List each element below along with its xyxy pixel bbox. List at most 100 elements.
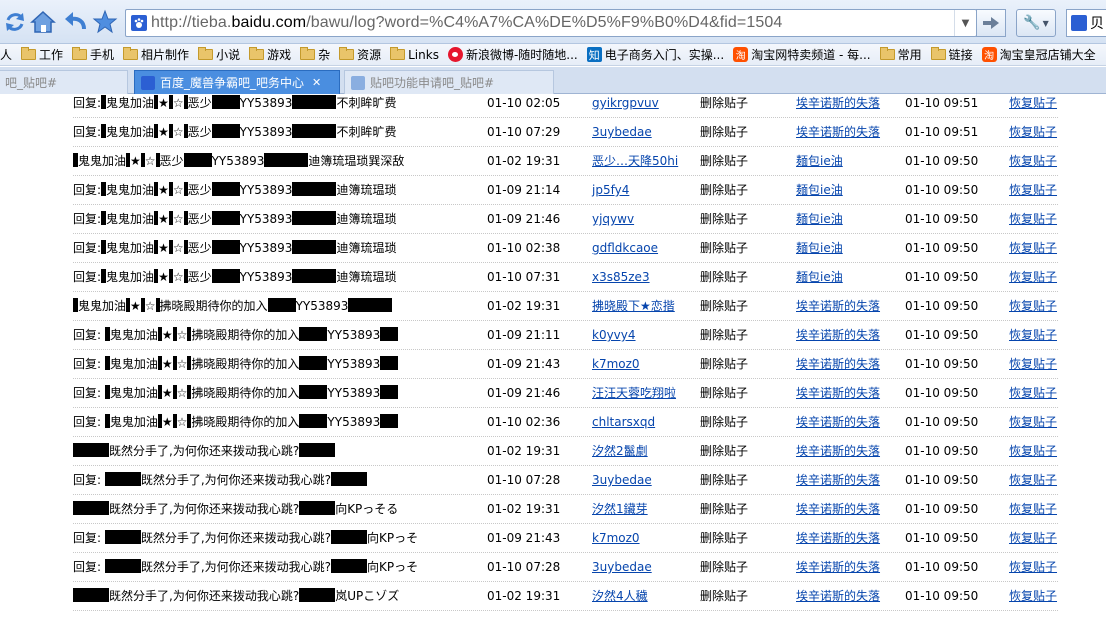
title-text: 既然分手了,为何你还来拨动我心跳?: [109, 589, 300, 603]
bookmark-item[interactable]: 淘淘宝网特卖频道 - 每...: [733, 46, 871, 63]
bookmark-item[interactable]: 相片制作: [123, 46, 189, 63]
author-link[interactable]: chltarsxqd: [592, 408, 655, 436]
home-button[interactable]: [28, 7, 58, 37]
redaction-block: [299, 385, 328, 399]
operator-link[interactable]: 埃辛诺斯的失落: [796, 524, 880, 552]
url-dropdown-button[interactable]: ▼: [954, 10, 976, 36]
title-text: YY53893: [239, 96, 293, 110]
bookmark-item[interactable]: 资源: [339, 46, 381, 63]
restore-post-link[interactable]: 恢复贴子: [1009, 292, 1057, 320]
author-link[interactable]: gdfldkcaoe: [592, 234, 658, 262]
post-time: 01-09 21:14: [487, 183, 561, 197]
author-link[interactable]: 汐然4人穢: [592, 582, 648, 610]
author-link[interactable]: 3uybedae: [592, 553, 652, 581]
author-link[interactable]: 汐然2鬣劇: [592, 437, 648, 465]
restore-post-link[interactable]: 恢复贴子: [1009, 147, 1057, 175]
bookmark-item[interactable]: 小说: [198, 46, 240, 63]
title-text: ☆: [172, 125, 184, 139]
operator-link[interactable]: 埃辛诺斯的失落: [796, 582, 880, 610]
go-button[interactable]: [976, 9, 1006, 37]
restore-post-link[interactable]: 恢复贴子: [1009, 263, 1057, 291]
folder-icon: [879, 47, 895, 60]
operator-link[interactable]: 埃辛诺斯的失落: [796, 437, 880, 465]
author-link[interactable]: k0yvy4: [592, 321, 636, 349]
author-link[interactable]: k7moz0: [592, 524, 640, 552]
restore-post-link[interactable]: 恢复贴子: [1009, 321, 1057, 349]
author-link[interactable]: k7moz0: [592, 350, 640, 378]
bookmark-item[interactable]: 新浪微博-随时随地...: [447, 46, 578, 63]
bookmark-item[interactable]: 知电子商务入门、实操...: [586, 46, 724, 63]
tab-tieba[interactable]: 吧_贴吧#: [0, 70, 128, 94]
restore-post-link[interactable]: 恢复贴子: [1009, 524, 1057, 552]
post-time: 01-02 19:31: [487, 154, 561, 168]
operator-link[interactable]: 埃辛诺斯的失落: [796, 408, 880, 436]
bookmark-item[interactable]: 常用: [879, 46, 922, 63]
url-text[interactable]: http://tieba.baidu.com/bawu/log?word=%C4…: [151, 14, 954, 32]
operation-type: 删除贴子: [700, 154, 749, 168]
bookmark-item[interactable]: 人: [0, 46, 12, 63]
operator-link[interactable]: 埃辛诺斯的失落: [796, 553, 880, 581]
operator-link[interactable]: 埃辛诺斯的失落: [796, 379, 880, 407]
author-link[interactable]: yjqywv: [592, 205, 634, 233]
bookmark-item[interactable]: 杂: [300, 46, 330, 63]
author-link[interactable]: 汪汪天蓉吃翔啦: [592, 379, 676, 407]
navigation-toolbar: http://tieba.baidu.com/bawu/log?word=%C4…: [0, 0, 1106, 44]
author-link[interactable]: 3uybedae: [592, 118, 652, 146]
bookmark-item[interactable]: 淘淘宝皇冠店铺大全: [981, 46, 1096, 63]
bookmark-item[interactable]: 链接: [930, 46, 973, 63]
author-link[interactable]: 恶少…天降50hi: [592, 147, 678, 175]
refresh-button[interactable]: [0, 7, 30, 37]
go-arrow-icon: [983, 17, 999, 29]
restore-post-link[interactable]: 恢复贴子: [1009, 94, 1057, 117]
restore-post-link[interactable]: 恢复贴子: [1009, 176, 1057, 204]
bookmark-item[interactable]: 游戏: [249, 46, 291, 63]
restore-post-link[interactable]: 恢复贴子: [1009, 234, 1057, 262]
operator-link[interactable]: 麺包ie油: [796, 205, 843, 233]
restore-post-link[interactable]: 恢复贴子: [1009, 466, 1057, 494]
redaction-block: [299, 501, 336, 515]
restore-post-link[interactable]: 恢复贴子: [1009, 408, 1057, 436]
tab-bawu-center[interactable]: 百度_魔兽争霸吧_吧务中心 ✕: [134, 70, 340, 94]
back-button[interactable]: [60, 7, 90, 37]
author-link[interactable]: jp5fy4: [592, 176, 629, 204]
bookmark-item[interactable]: 手机: [72, 46, 114, 63]
title-text: ★: [158, 125, 169, 139]
bookmark-item[interactable]: 工作: [21, 46, 63, 63]
bookmark-label: 淘宝网特卖频道 - 每...: [751, 48, 871, 62]
author-link[interactable]: gyikrgpvuv: [592, 94, 659, 117]
title-text: 鬼鬼加油: [109, 386, 158, 400]
operator-link[interactable]: 埃辛诺斯的失落: [796, 292, 880, 320]
author-link[interactable]: x3s85ze3: [592, 263, 650, 291]
address-bar[interactable]: http://tieba.baidu.com/bawu/log?word=%C4…: [125, 9, 977, 37]
restore-post-link[interactable]: 恢复贴子: [1009, 437, 1057, 465]
operator-link[interactable]: 麺包ie油: [796, 263, 843, 291]
operator-link[interactable]: 埃辛诺斯的失落: [796, 118, 880, 146]
operator-link[interactable]: 埃辛诺斯的失落: [796, 466, 880, 494]
author-link[interactable]: 汐然1鑶芽: [592, 495, 648, 523]
close-icon[interactable]: ✕: [312, 76, 321, 89]
operator-link[interactable]: 埃辛诺斯的失落: [796, 94, 880, 117]
author-link[interactable]: 3uybedae: [592, 466, 652, 494]
operator-link[interactable]: 麺包ie油: [796, 176, 843, 204]
restore-post-link[interactable]: 恢复贴子: [1009, 118, 1057, 146]
post-title: 回复: 既然分手了,为何你还来拨动我心跳? 向KPっそ: [73, 553, 483, 581]
operator-link[interactable]: 埃辛诺斯的失落: [796, 321, 880, 349]
log-row: 回复: 既然分手了,为何你还来拨动我心跳? 向KPっそ 01-09 21:43 k7m…: [73, 524, 1058, 553]
tools-menu-button[interactable]: 🔧 ▼: [1016, 9, 1056, 37]
operator-link[interactable]: 埃辛诺斯的失落: [796, 350, 880, 378]
operator-link[interactable]: 埃辛诺斯的失落: [796, 495, 880, 523]
tab-feature-request[interactable]: 贴吧功能申请吧_贴吧#: [344, 70, 554, 94]
restore-post-link[interactable]: 恢复贴子: [1009, 553, 1057, 581]
author-link[interactable]: 拂晓殿下★恋揩: [592, 292, 675, 320]
restore-post-link[interactable]: 恢复贴子: [1009, 495, 1057, 523]
restore-post-link[interactable]: 恢复贴子: [1009, 379, 1057, 407]
restore-post-link[interactable]: 恢复贴子: [1009, 582, 1057, 610]
restore-post-link[interactable]: 恢复贴子: [1009, 350, 1057, 378]
bookmark-item[interactable]: Links: [390, 47, 439, 62]
operator-link[interactable]: 麺包ie油: [796, 234, 843, 262]
title-text: ★: [161, 328, 173, 342]
favorite-button[interactable]: [90, 7, 120, 37]
search-box[interactable]: 贝: [1066, 9, 1106, 37]
restore-post-link[interactable]: 恢复贴子: [1009, 205, 1057, 233]
operator-link[interactable]: 麺包ie油: [796, 147, 843, 175]
